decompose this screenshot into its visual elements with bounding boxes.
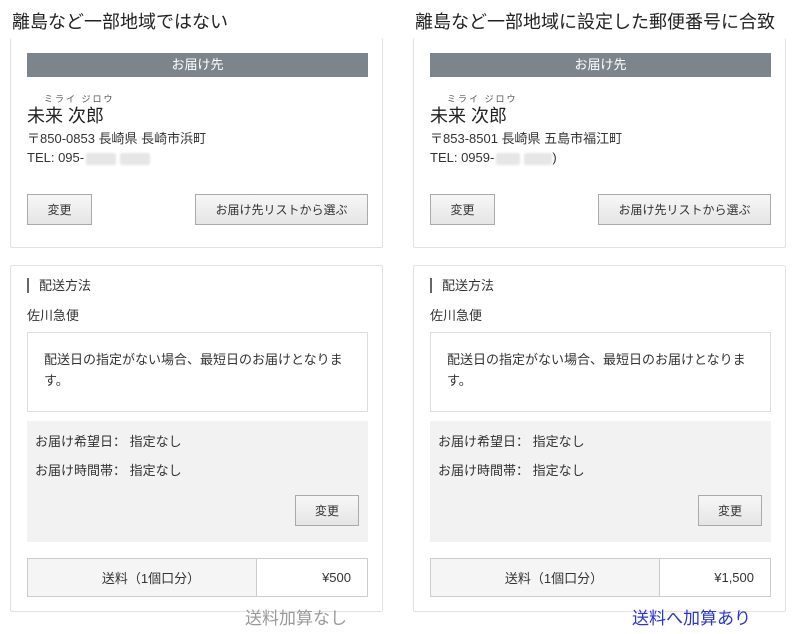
shipping-fee-table: 送料（1個口分） ¥500 — [27, 558, 368, 597]
recipient-address: 〒850-0853 長崎県 長崎市浜町 — [27, 131, 207, 146]
shipping-fee-table: 送料（1個口分） ¥1,500 — [430, 558, 771, 597]
preferred-time: お届け時間帯： 指定なし — [35, 463, 182, 478]
shipping-method-card: 配送方法 佐川急便 配送日の指定がない場合、最短日のお届けとなります。 お届け希… — [10, 265, 383, 612]
change-address-button[interactable]: 変更 — [430, 194, 495, 225]
shipping-carrier: 佐川急便 — [430, 308, 483, 323]
fee-note: 送料へ加算あり — [632, 609, 751, 628]
shipping-method-title: 配送方法 — [430, 278, 494, 293]
fee-note: 送料加算なし — [245, 609, 347, 628]
delivery-notice: 配送日の指定がない場合、最短日のお届けとなります。 — [27, 332, 368, 412]
tel-prefix: TEL: 095- — [27, 150, 85, 165]
comparison-column-right: 離島など一部地域に設定した郵便番号に合致 お届け先 ミライ ジロウ 未来 次郎 … — [403, 0, 788, 634]
shipping-method-title: 配送方法 — [27, 278, 91, 293]
shipping-fee-label: 送料（1個口分） — [431, 559, 660, 596]
choose-from-address-list-button[interactable]: お届け先リストから選ぶ — [195, 194, 368, 225]
delivery-address-card: お届け先 ミライ ジロウ 未来 次郎 〒853-8501 長崎県 五島市福江町 … — [413, 38, 786, 248]
preferred-date: お届け希望日： 指定なし — [35, 434, 182, 449]
redacted-phone-part — [496, 152, 521, 165]
choose-from-address-list-button[interactable]: お届け先リストから選ぶ — [598, 194, 771, 225]
shipping-fee-value: ¥500 — [322, 570, 351, 585]
delivery-preference-box: お届け希望日： 指定なし お届け時間帯： 指定なし 変更 — [430, 421, 771, 542]
delivery-address-header: お届け先 — [430, 53, 771, 77]
shipping-fee-value: ¥1,500 — [714, 570, 754, 585]
recipient-tel: TEL: 095- — [27, 150, 151, 165]
redacted-phone-part — [120, 152, 151, 165]
redacted-phone-part — [86, 152, 117, 165]
delivery-notice: 配送日の指定がない場合、最短日のお届けとなります。 — [430, 332, 771, 412]
column-caption: 離島など一部地域ではない — [12, 12, 228, 32]
shipping-method-card: 配送方法 佐川急便 配送日の指定がない場合、最短日のお届けとなります。 お届け希… — [413, 265, 786, 612]
shipping-carrier: 佐川急便 — [27, 308, 80, 323]
recipient-name: 未来 次郎 — [27, 106, 105, 126]
recipient-address: 〒853-8501 長崎県 五島市福江町 — [430, 131, 623, 146]
change-delivery-button[interactable]: 変更 — [698, 495, 762, 526]
redacted-phone-part — [524, 152, 553, 165]
recipient-name: 未来 次郎 — [430, 106, 508, 126]
tel-prefix: TEL: 0959- — [430, 150, 495, 165]
preferred-date: お届け希望日： 指定なし — [438, 434, 585, 449]
shipping-fee-label: 送料（1個口分） — [28, 559, 257, 596]
delivery-address-header: お届け先 — [27, 53, 368, 77]
preferred-time: お届け時間帯： 指定なし — [438, 463, 585, 478]
change-address-button[interactable]: 変更 — [27, 194, 92, 225]
recipient-tel: TEL: 0959-) — [430, 150, 557, 165]
comparison-column-left: 離島など一部地域ではない お届け先 ミライ ジロウ 未来 次郎 〒850-085… — [0, 0, 385, 634]
change-delivery-button[interactable]: 変更 — [295, 495, 359, 526]
column-caption: 離島など一部地域に設定した郵便番号に合致 — [415, 12, 775, 32]
delivery-address-card: お届け先 ミライ ジロウ 未来 次郎 〒850-0853 長崎県 長崎市浜町 T… — [10, 38, 383, 248]
delivery-preference-box: お届け希望日： 指定なし お届け時間帯： 指定なし 変更 — [27, 421, 368, 542]
tel-suffix: ) — [552, 150, 557, 165]
